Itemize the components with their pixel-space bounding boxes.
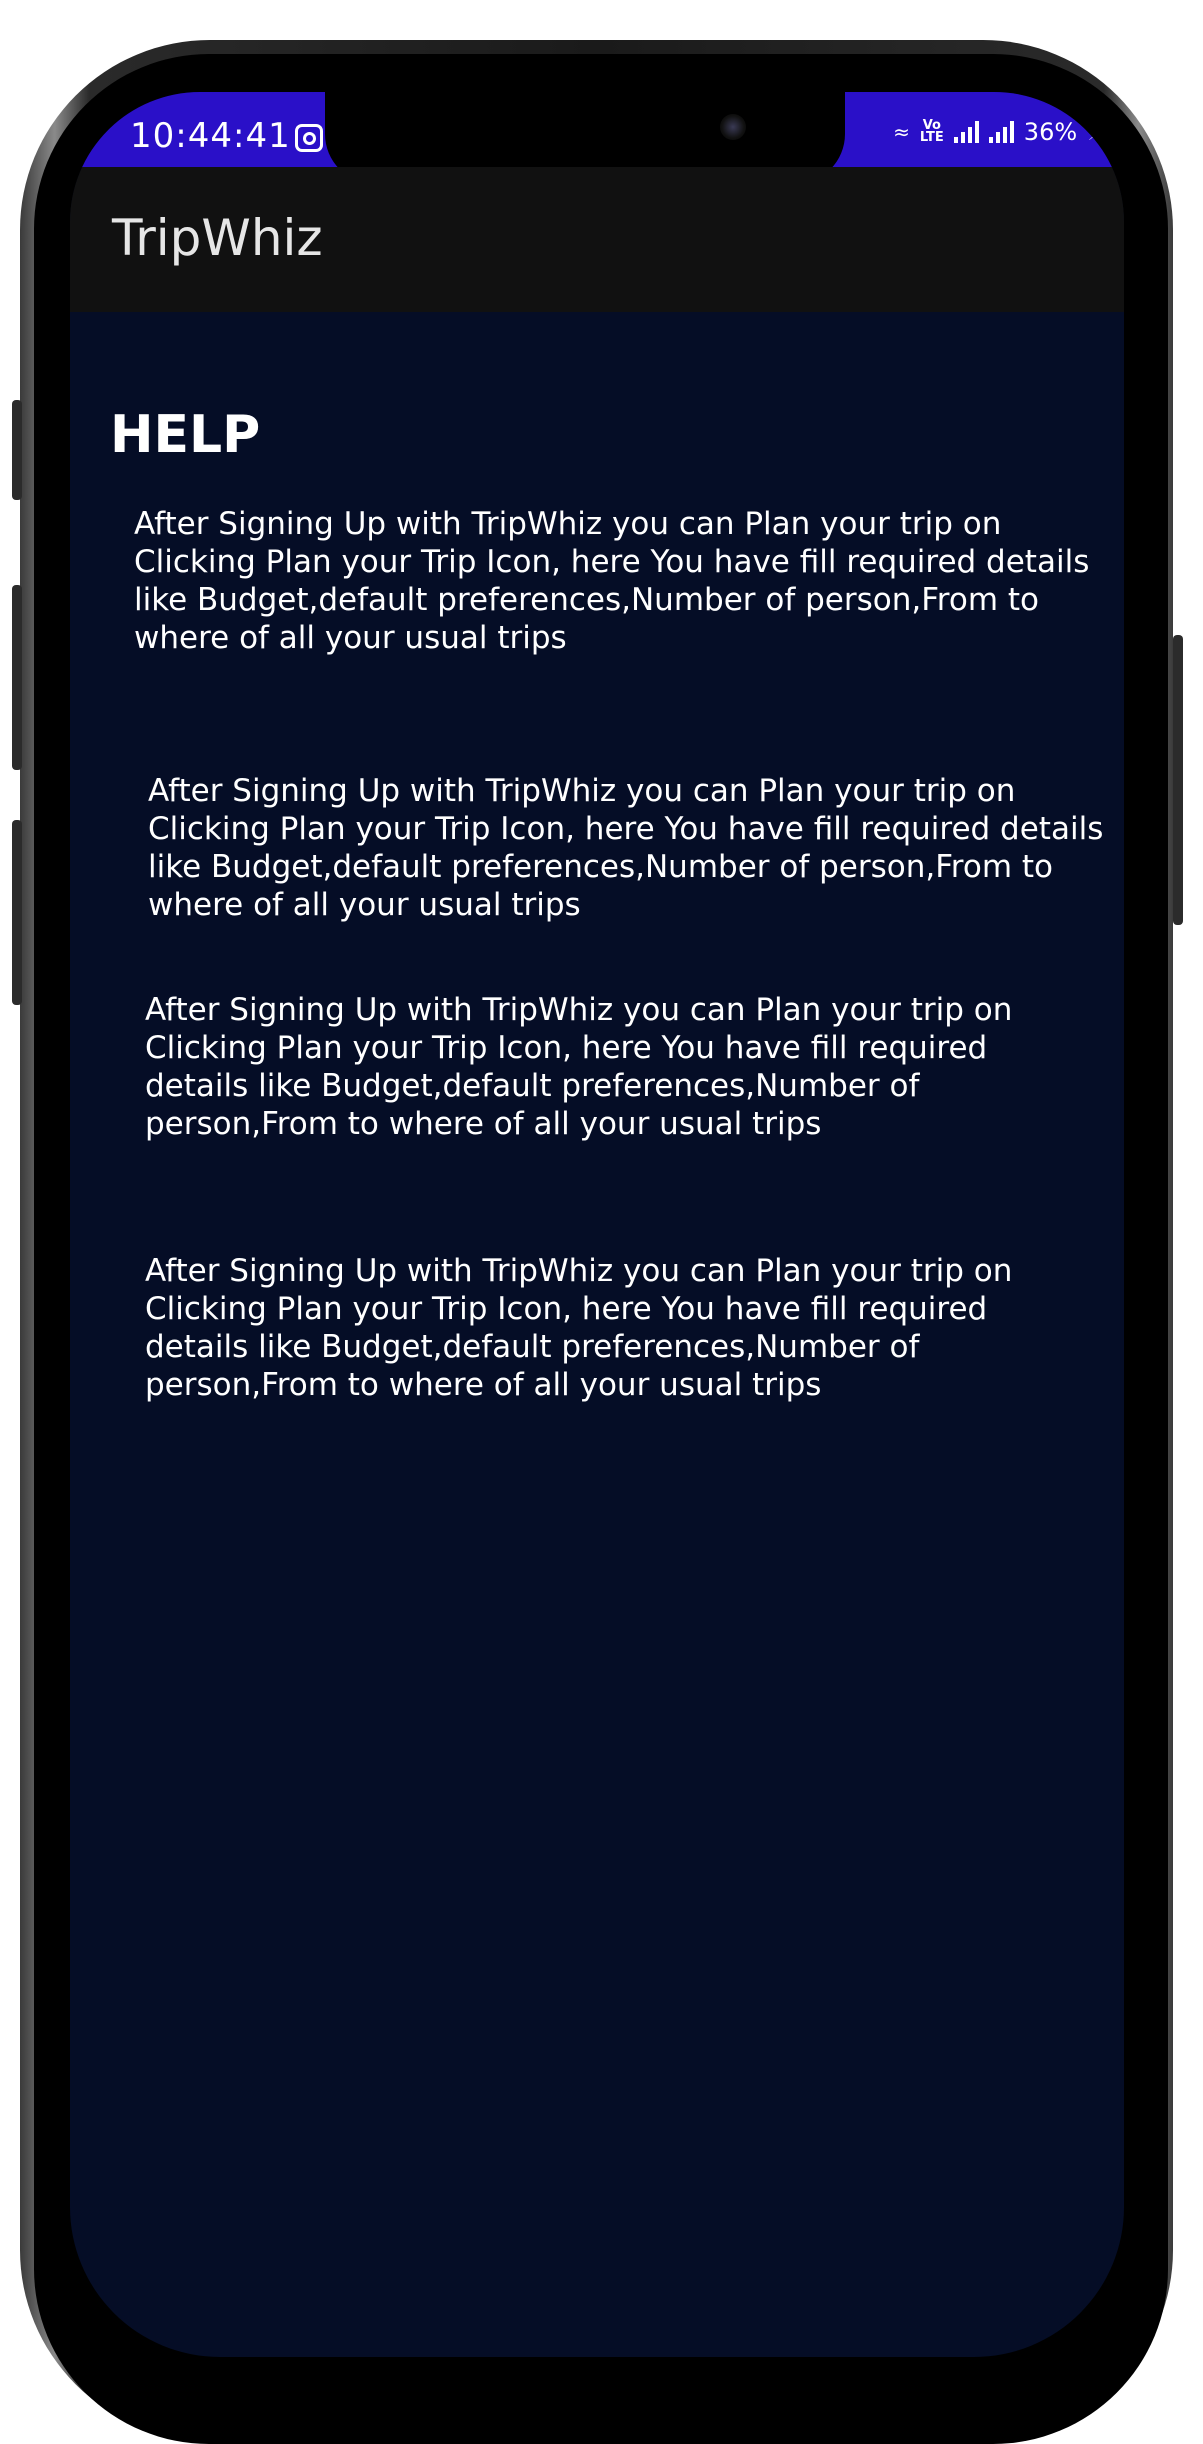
- phone-power-button: [1173, 635, 1183, 925]
- help-paragraph: After Signing Up with TripWhiz you can P…: [145, 1253, 1013, 1403]
- phone-volume-down-button: [12, 820, 22, 1005]
- phone-mute-switch: [12, 400, 22, 500]
- help-heading: HELP: [110, 405, 261, 465]
- front-camera-icon: [720, 114, 746, 140]
- volte-icon: Vo LTE: [919, 118, 944, 145]
- app-title: TripWhiz: [112, 209, 323, 267]
- status-time: 10:44:41: [130, 116, 291, 156]
- signal-strength-icon: [988, 121, 1014, 143]
- status-indicators: ≈ Vo LTE 36% ⚡: [893, 118, 1104, 146]
- app-screen: 10:44:41 ≈ Vo LTE 36% ⚡ TripWhiz HELP Aft…: [70, 92, 1124, 2357]
- battery-charging-icon: ⚡: [1087, 118, 1104, 146]
- help-paragraph: After Signing Up with TripWhiz you can P…: [145, 992, 1013, 1142]
- help-paragraph: After Signing Up with TripWhiz you can P…: [148, 773, 1104, 923]
- phone-volume-up-button: [12, 585, 22, 770]
- signal-strength-icon: [953, 121, 979, 143]
- wifi-calling-icon: ≈: [893, 120, 910, 144]
- help-paragraph: After Signing Up with TripWhiz you can P…: [134, 506, 1090, 656]
- battery-level: 36%: [1023, 118, 1078, 146]
- app-bar: TripWhiz: [70, 167, 1124, 312]
- instagram-icon: [295, 124, 323, 152]
